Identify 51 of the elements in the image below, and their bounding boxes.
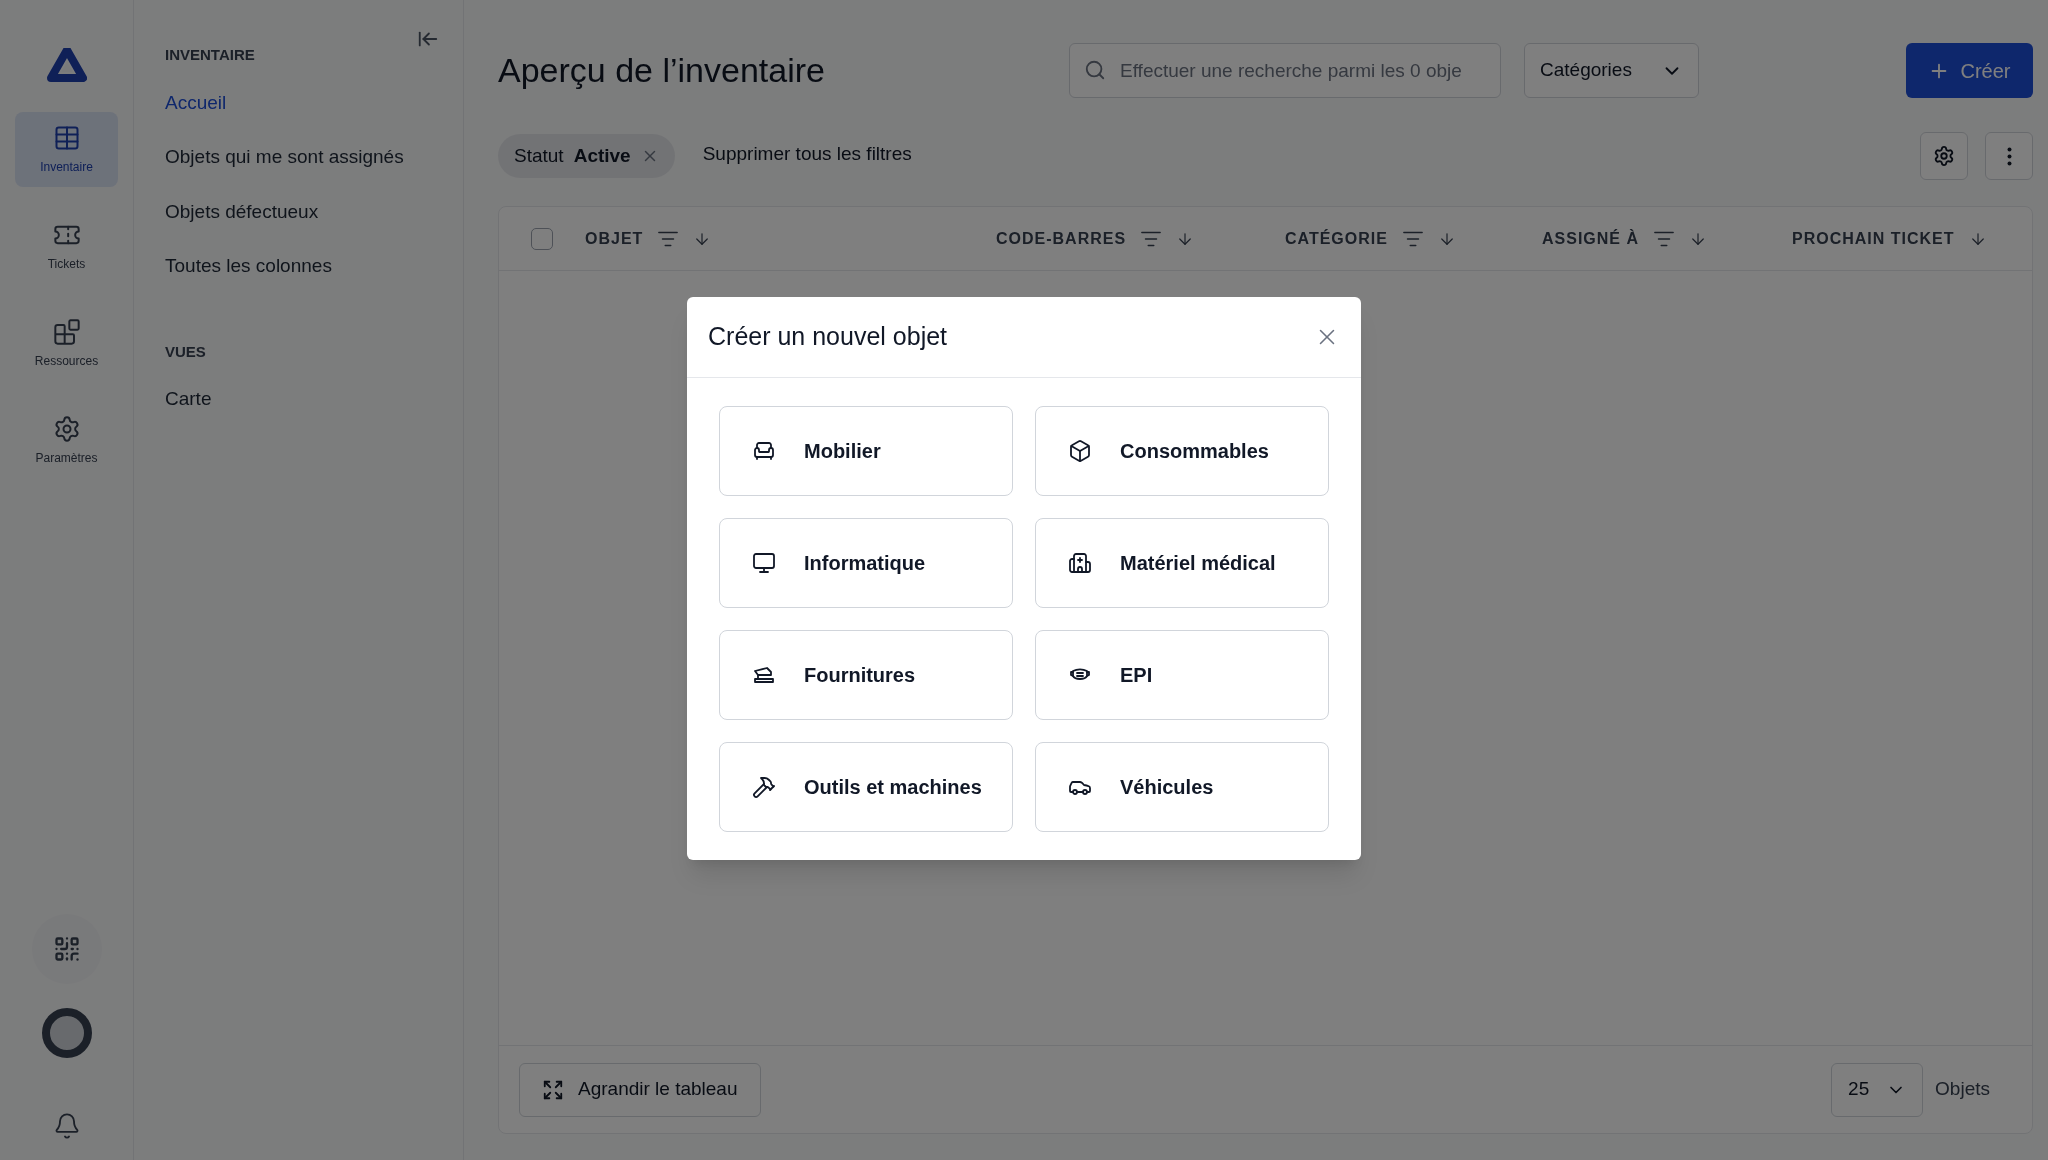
column-header[interactable]: ASSIGNÉ À: [1542, 226, 1639, 251]
rail-item[interactable]: Tickets: [15, 209, 118, 284]
settings-icon: [1933, 145, 1955, 167]
rail-item[interactable]: Inventaire: [15, 112, 118, 187]
column-header[interactable]: OBJET: [585, 226, 644, 251]
category-option[interactable]: Informatique: [719, 518, 1013, 608]
page-size-unit: Objets: [1935, 1077, 1990, 1102]
clear-filters-link[interactable]: Supprimer tous les filtres: [702, 139, 912, 169]
page-size-select[interactable]: 25: [1831, 1062, 1924, 1117]
categories-dropdown[interactable]: Catégories: [1524, 43, 1699, 98]
category-option[interactable]: EPI: [1035, 630, 1329, 720]
category-option[interactable]: Véhicules: [1035, 742, 1329, 832]
nav-link[interactable]: Carte: [165, 385, 463, 414]
monitor-icon: [752, 551, 776, 575]
chair-icon: [752, 439, 776, 463]
logo-icon: [46, 48, 87, 84]
medical-house-icon: [1068, 551, 1092, 575]
qr-code-icon: [52, 935, 81, 963]
create-button[interactable]: Créer: [1906, 43, 2033, 98]
nav-link[interactable]: Objets défectueux: [165, 197, 463, 226]
modal-title: Créer un nouvel objet: [708, 321, 948, 353]
settings-icon: [52, 414, 81, 443]
search-field[interactable]: Effectuer une recherche parmi les 0 obje: [1069, 43, 1501, 98]
rail-item[interactable]: Ressources: [15, 306, 118, 381]
blocks-icon: [52, 317, 81, 346]
category-option[interactable]: Matériel médical: [1035, 518, 1329, 608]
nav-section-title: INVENTAIRE: [165, 45, 256, 65]
nav-section-title: VUES: [165, 341, 207, 362]
avatar[interactable]: [41, 1008, 92, 1058]
expand-table-button[interactable]: Agrandir le tableau: [519, 1062, 761, 1117]
nav-link[interactable]: Accueil: [165, 88, 463, 117]
filter-label: Statut: [514, 143, 564, 168]
rail-item[interactable]: Paramètres: [15, 403, 118, 478]
select-all-checkbox[interactable]: [531, 227, 553, 250]
settings-button[interactable]: [1920, 132, 1968, 180]
page-title: Aperçu de l’inventaire: [498, 50, 826, 91]
nav-link[interactable]: Toutes les colonnes: [165, 252, 463, 281]
search-icon: [1084, 59, 1106, 81]
hammer-icon: [752, 775, 776, 799]
category-option[interactable]: Consommables: [1035, 406, 1329, 496]
column-header[interactable]: PROCHAIN TICKET: [1792, 226, 1955, 251]
more-icon: [2006, 146, 2012, 166]
box-icon: [1068, 439, 1092, 463]
column-header[interactable]: CODE-BARRES: [996, 226, 1127, 251]
category-option[interactable]: Outils et machines: [719, 742, 1013, 832]
column-header[interactable]: CATÉGORIE: [1285, 226, 1388, 251]
expand-icon: [542, 1078, 564, 1101]
nav-link[interactable]: Objets qui me sont assignés: [165, 143, 463, 172]
category-option[interactable]: Mobilier: [719, 406, 1013, 496]
filter-value: Active: [573, 143, 631, 168]
category-option[interactable]: Fournitures: [719, 630, 1013, 720]
